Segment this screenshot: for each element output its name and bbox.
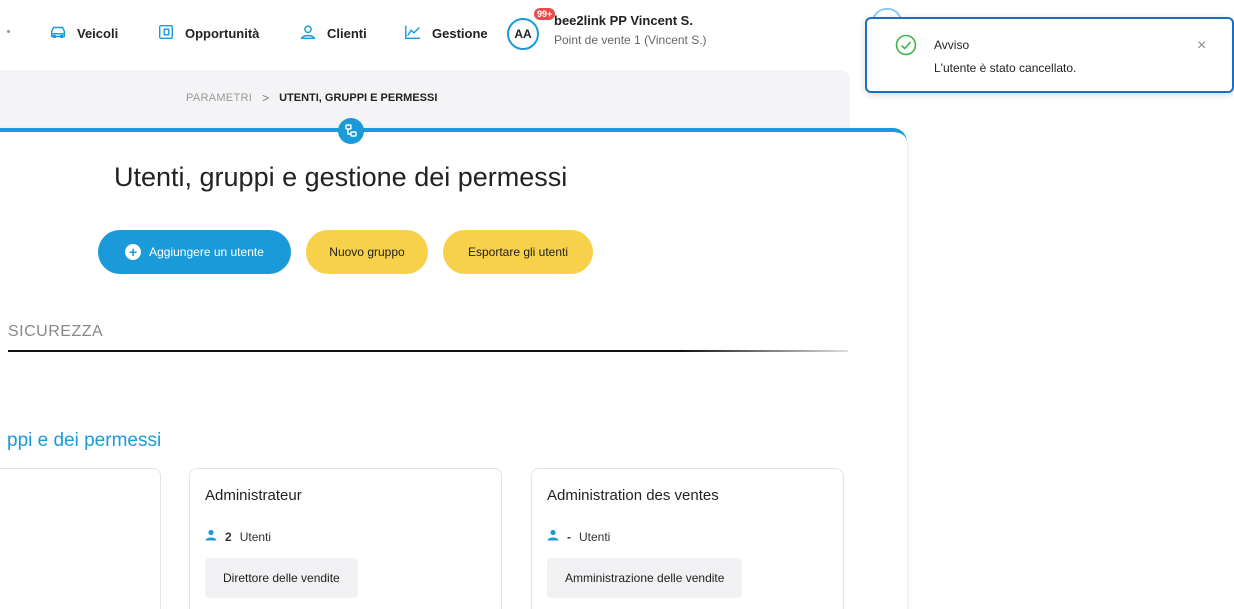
user-count-unit: Utenti — [239, 529, 272, 544]
toast-title: Avviso — [934, 38, 970, 52]
group-role-tag: Amministrazione delle vendite — [547, 558, 743, 598]
group-title: Administration des ventes — [547, 487, 719, 504]
user-icon — [205, 529, 217, 544]
user-icon — [547, 529, 559, 544]
users-network-icon — [338, 118, 364, 144]
plus-circle-icon: + — [125, 244, 142, 260]
section-divider — [8, 350, 848, 352]
page-title: Utenti, gruppi e gestione dei permessi — [114, 162, 568, 192]
section-label-security[interactable]: SICUREZZA — [8, 323, 103, 341]
nav-label: Veicoli — [77, 26, 119, 41]
groups-section-title: ppi e dei permessi — [7, 430, 162, 451]
group-user-count: - Utenti — [547, 529, 610, 544]
export-users-button[interactable]: Esportare gli utenti — [443, 230, 593, 274]
top-navigation: Veicoli Opportunità Clienti Gestione AA … — [0, 0, 860, 70]
nav-label: Opportunità — [185, 26, 260, 41]
notification-badge: 99+ — [534, 8, 556, 20]
group-role-tag: Direttore delle vendite — [205, 558, 358, 598]
car-icon — [49, 23, 67, 44]
breadcrumb-current: UTENTI, GRUPPI E PERMESSI — [279, 92, 438, 104]
toast-notification: Avviso L'utente è stato cancellato. × — [865, 17, 1234, 93]
new-group-button[interactable]: Nuovo gruppo — [306, 230, 428, 274]
group-card[interactable] — [0, 468, 161, 609]
user-count-value: 2 — [225, 529, 232, 544]
breadcrumb-parent[interactable]: PARAMETRI — [186, 92, 252, 104]
chart-line-icon — [404, 23, 422, 44]
user-count-value: - — [567, 529, 571, 544]
add-user-label: Aggiungere un utente — [149, 245, 264, 259]
close-icon[interactable]: × — [1197, 37, 1206, 55]
group-card[interactable]: Administration des ventes - Utenti Ammin… — [531, 468, 844, 609]
nav-overflow-dot — [7, 30, 10, 33]
user-icon — [299, 23, 317, 44]
nav-label: Clienti — [327, 26, 367, 41]
nav-item-gestione[interactable]: Gestione — [404, 23, 488, 44]
nav-item-clienti[interactable]: Clienti — [299, 23, 367, 44]
nav-label: Gestione — [432, 26, 488, 41]
chevron-right-icon: > — [262, 91, 270, 105]
group-user-count: 2 Utenti — [205, 529, 271, 544]
nav-item-veicoli[interactable]: Veicoli — [49, 23, 118, 44]
breadcrumb: PARAMETRI > UTENTI, GRUPPI E PERMESSI — [186, 91, 437, 105]
user-count-unit: Utenti — [579, 529, 611, 544]
document-icon — [157, 23, 175, 44]
nav-item-opportunita[interactable]: Opportunità — [157, 23, 259, 44]
add-user-button[interactable]: + Aggiungere un utente — [98, 230, 291, 274]
user-name[interactable]: bee2link PP Vincent S. — [554, 13, 693, 28]
user-store: Point de vente 1 (Vincent S.) — [554, 33, 707, 47]
group-title: Administrateur — [205, 487, 302, 504]
avatar[interactable]: AA — [507, 18, 539, 50]
check-circle-icon — [895, 34, 917, 56]
group-card[interactable]: Administrateur 2 Utenti Direttore delle … — [189, 468, 502, 609]
toast-message: L'utente è stato cancellato. — [934, 61, 1077, 75]
